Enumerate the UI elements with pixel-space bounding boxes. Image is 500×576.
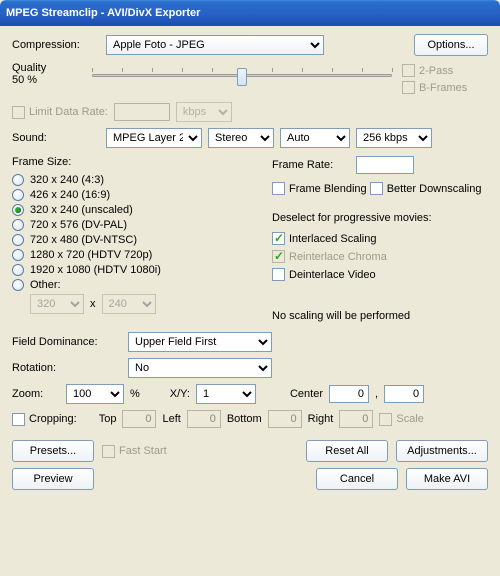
cancel-button[interactable]: Cancel <box>316 468 398 490</box>
radio-icon <box>12 279 24 291</box>
custom-height-select: 240 <box>102 294 156 314</box>
rotation-label: Rotation: <box>12 362 122 374</box>
frame-rate-label: Frame Rate: <box>272 159 350 171</box>
frame-size-option-label: 1280 x 720 (HDTV 720p) <box>30 249 152 261</box>
crop-right-input <box>339 410 373 428</box>
frame-blending-checkbox[interactable]: Frame Blending <box>272 182 367 195</box>
crop-left-label: Left <box>162 413 180 425</box>
xy-select[interactable]: 1 <box>196 384 256 404</box>
frame-size-option-label: 320 x 240 (unscaled) <box>30 204 133 216</box>
quality-slider[interactable] <box>92 66 392 88</box>
two-pass-checkbox: 2-Pass <box>402 64 488 77</box>
frame-size-option[interactable]: Other: <box>12 279 262 291</box>
frame-size-option[interactable]: 720 x 576 (DV-PAL) <box>12 219 262 231</box>
frame-size-option[interactable]: 320 x 240 (4:3) <box>12 174 262 186</box>
no-scaling-text: No scaling will be performed <box>272 310 488 322</box>
crop-bottom-input <box>268 410 302 428</box>
compression-select[interactable]: Apple Foto - JPEG <box>106 35 324 55</box>
frame-size-option-label: 1920 x 1080 (HDTV 1080i) <box>30 264 161 276</box>
fast-start-checkbox: Fast Start <box>102 445 167 458</box>
frame-size-option-label: Other: <box>30 279 61 291</box>
window-title: MPEG Streamclip - AVI/DivX Exporter <box>6 7 200 19</box>
radio-icon <box>12 264 24 276</box>
frame-size-option[interactable]: 1280 x 720 (HDTV 720p) <box>12 249 262 261</box>
center-x-input[interactable] <box>329 385 369 403</box>
reinterlace-chroma-checkbox: Reinterlace Chroma <box>272 250 387 263</box>
window-titlebar: MPEG Streamclip - AVI/DivX Exporter <box>0 0 500 26</box>
crop-top-input <box>122 410 156 428</box>
adjustments-button[interactable]: Adjustments... <box>396 440 488 462</box>
options-button[interactable]: Options... <box>414 34 488 56</box>
frame-size-option-label: 720 x 480 (DV-NTSC) <box>30 234 137 246</box>
field-dominance-label: Field Dominance: <box>12 336 122 348</box>
frame-size-option-label: 426 x 240 (16:9) <box>30 189 110 201</box>
quality-label: Quality <box>12 62 82 74</box>
field-dominance-select[interactable]: Upper Field First <box>128 332 272 352</box>
reset-all-button[interactable]: Reset All <box>306 440 388 462</box>
radio-icon <box>12 204 24 216</box>
frame-size-option-label: 320 x 240 (4:3) <box>30 174 104 186</box>
crop-bottom-label: Bottom <box>227 413 262 425</box>
frame-size-option-label: 720 x 576 (DV-PAL) <box>30 219 127 231</box>
bframes-checkbox: B-Frames <box>402 81 488 94</box>
quality-value: 50 % <box>12 74 82 86</box>
frame-size-option[interactable]: 1920 x 1080 (HDTV 1080i) <box>12 264 262 276</box>
data-rate-unit-select: kbps <box>176 102 232 122</box>
crop-top-label: Top <box>99 413 117 425</box>
percent-label: % <box>130 388 140 400</box>
center-y-input[interactable] <box>384 385 424 403</box>
radio-icon <box>12 249 24 261</box>
presets-button[interactable]: Presets... <box>12 440 94 462</box>
make-avi-button[interactable]: Make AVI <box>406 468 488 490</box>
frame-rate-input[interactable] <box>356 156 414 174</box>
sound-rate-select[interactable]: Auto <box>280 128 350 148</box>
frame-size-option[interactable]: 426 x 240 (16:9) <box>12 189 262 201</box>
compression-label: Compression: <box>12 39 100 51</box>
cropping-checkbox[interactable]: Cropping: <box>12 413 77 426</box>
radio-icon <box>12 189 24 201</box>
radio-icon <box>12 174 24 186</box>
zoom-select[interactable]: 100 <box>66 384 124 404</box>
center-label: Center <box>290 388 323 400</box>
xy-label: X/Y: <box>170 388 190 400</box>
crop-left-input <box>187 410 221 428</box>
frame-size-label: Frame Size: <box>12 156 262 168</box>
radio-icon <box>12 219 24 231</box>
preview-button[interactable]: Preview <box>12 468 94 490</box>
sound-bitrate-select[interactable]: 256 kbps <box>356 128 432 148</box>
frame-size-option[interactable]: 320 x 240 (unscaled) <box>12 204 262 216</box>
frame-size-option[interactable]: 720 x 480 (DV-NTSC) <box>12 234 262 246</box>
deselect-heading: Deselect for progressive movies: <box>272 212 488 224</box>
center-sep: , <box>375 388 378 400</box>
interlaced-scaling-checkbox[interactable]: Interlaced Scaling <box>272 232 376 245</box>
sound-codec-select[interactable]: MPEG Layer 2 <box>106 128 202 148</box>
x-label: x <box>90 298 96 310</box>
custom-width-select: 320 <box>30 294 84 314</box>
scale-checkbox: Scale <box>379 413 424 426</box>
sound-label: Sound: <box>12 132 100 144</box>
zoom-label: Zoom: <box>12 388 60 400</box>
better-downscaling-checkbox[interactable]: Better Downscaling <box>370 182 482 195</box>
data-rate-input <box>114 103 170 121</box>
crop-right-label: Right <box>308 413 334 425</box>
rotation-select[interactable]: No <box>128 358 272 378</box>
limit-data-rate-checkbox: Limit Data Rate: <box>12 106 108 119</box>
sound-channels-select[interactable]: Stereo <box>208 128 274 148</box>
radio-icon <box>12 234 24 246</box>
deinterlace-video-checkbox[interactable]: Deinterlace Video <box>272 268 376 281</box>
